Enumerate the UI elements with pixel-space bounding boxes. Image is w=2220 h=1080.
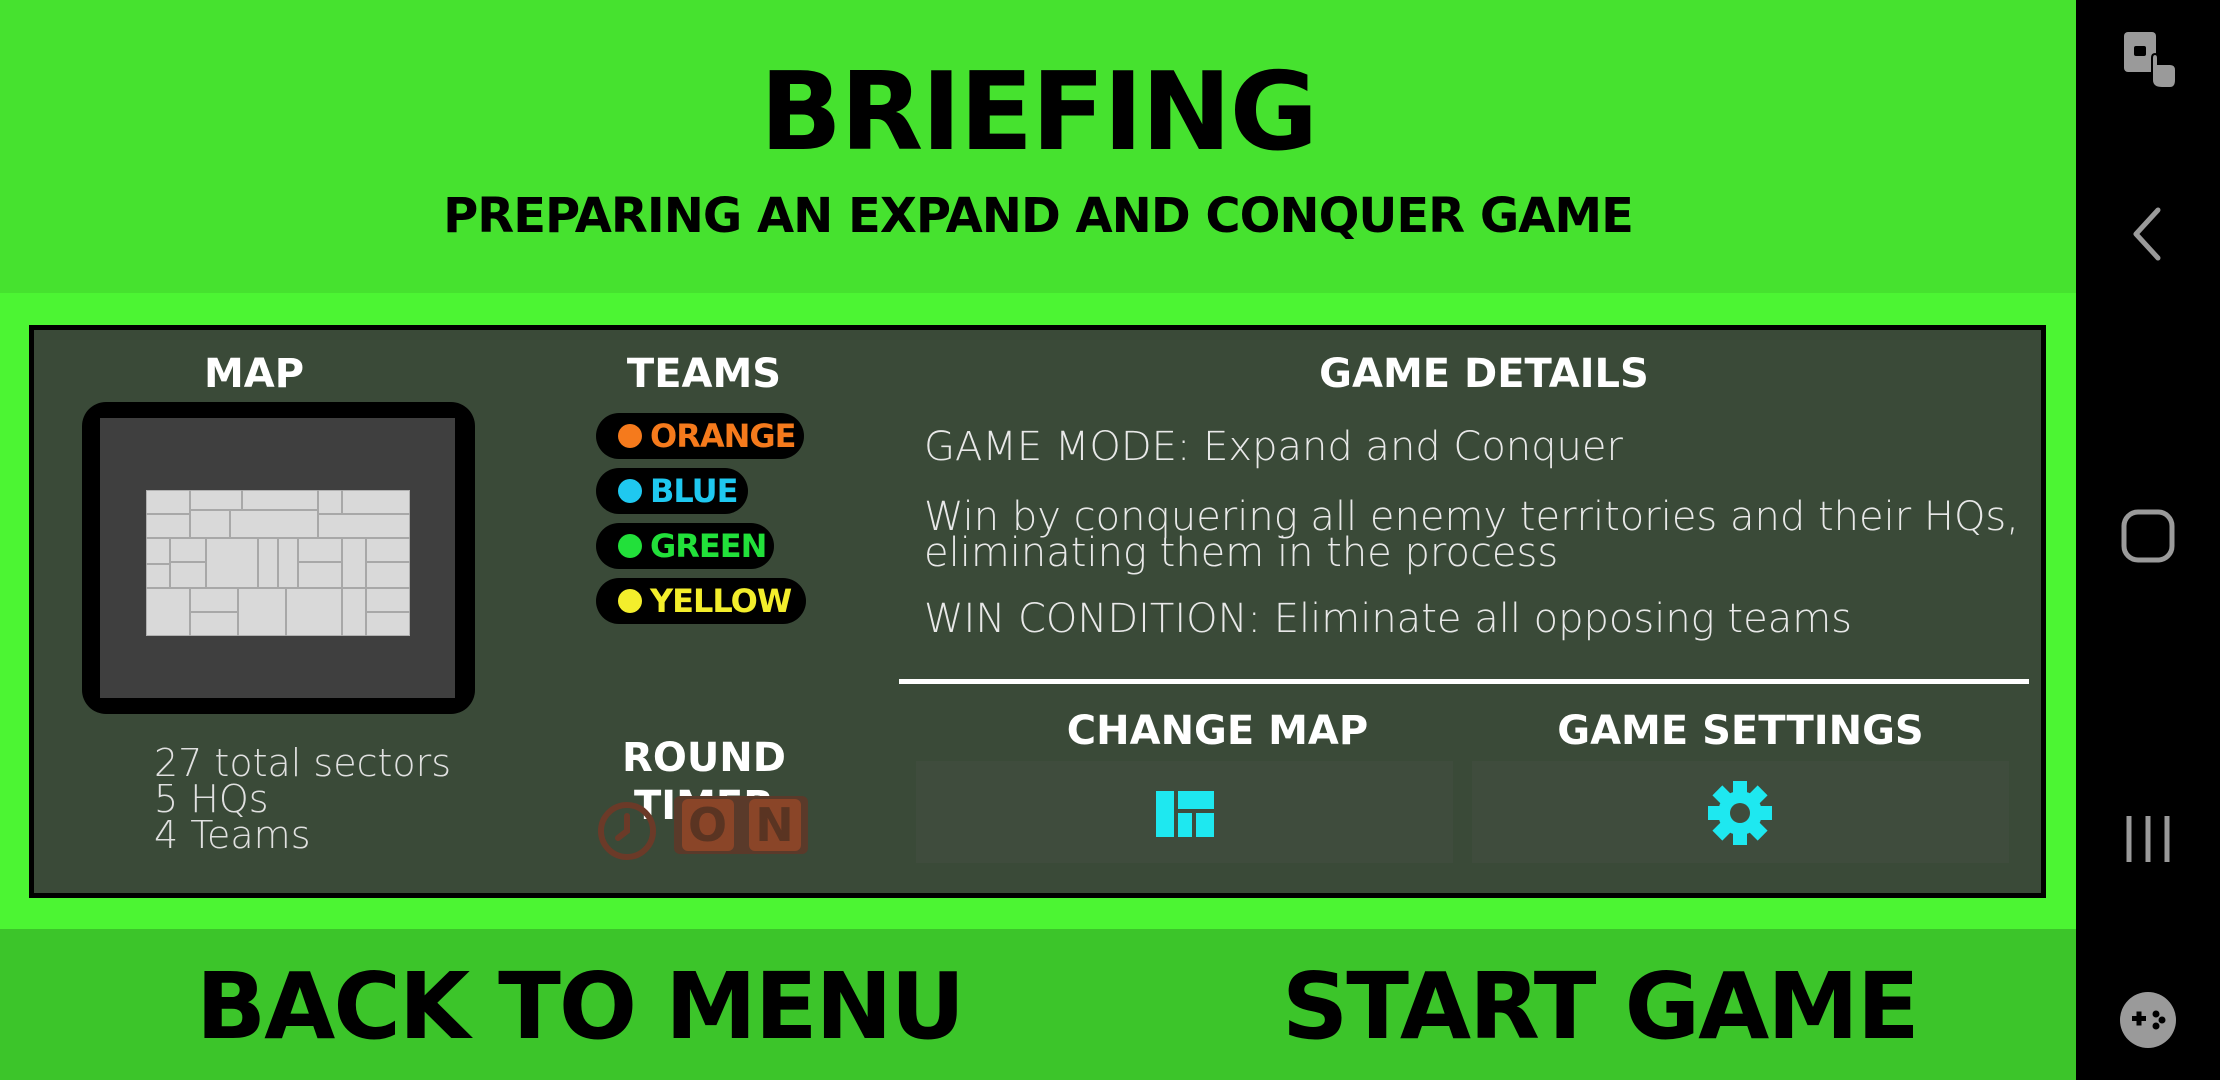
recents-icon[interactable] <box>2076 812 2220 866</box>
map-preview[interactable] <box>82 402 475 714</box>
map-canvas <box>100 418 455 698</box>
back-to-menu-button[interactable]: BACK TO MENU <box>196 952 965 1062</box>
team-dot <box>618 589 642 613</box>
round-timer-toggle[interactable]: O N <box>674 796 808 854</box>
team-dot <box>618 424 642 448</box>
game-details-title: GAME DETAILS <box>1319 351 1649 397</box>
change-map-button[interactable] <box>916 761 1453 863</box>
game-mode-text: GAME MODE: Expand and Conquer <box>924 424 1623 470</box>
team-label: YELLOW <box>650 582 792 620</box>
toggle-letter-o: O <box>681 799 734 851</box>
team-dot <box>618 479 642 503</box>
game-settings-label: GAME SETTINGS <box>1557 708 1924 754</box>
team-label: ORANGE <box>650 417 797 455</box>
game-description-line2: eliminating them in the process <box>924 530 1559 576</box>
team-blue[interactable]: BLUE <box>596 468 748 514</box>
screen-pin-icon[interactable] <box>2076 28 2220 92</box>
start-game-button[interactable]: START GAME <box>1282 952 1920 1062</box>
team-label: GREEN <box>650 527 767 565</box>
page-subtitle: PREPARING AN EXPAND AND CONQUER GAME <box>443 188 1634 244</box>
home-icon[interactable] <box>2076 508 2220 564</box>
team-label: BLUE <box>650 472 738 510</box>
team-orange[interactable]: ORANGE <box>596 413 804 459</box>
map-stat-sectors: 27 total sectors <box>154 741 452 785</box>
game-settings-button[interactable] <box>1472 761 2009 863</box>
briefing-panel: MAP 27 total sectors 5 HQs 4 Teams TEAMS… <box>29 325 2046 898</box>
win-condition-text: WIN CONDITION: Eliminate all opposing te… <box>924 596 1853 642</box>
system-navbar <box>2076 0 2220 1080</box>
map-stats: 27 total sectors 5 HQs 4 Teams <box>154 741 452 857</box>
gear-icon <box>1708 781 1772 845</box>
back-icon[interactable] <box>2076 206 2220 262</box>
teams-title: TEAMS <box>626 351 782 397</box>
change-map-label: CHANGE MAP <box>1066 708 1369 754</box>
clock-icon <box>598 802 656 860</box>
details-divider <box>899 679 2029 684</box>
team-dot <box>618 534 642 558</box>
map-stat-hqs: 5 HQs <box>154 777 269 821</box>
team-green[interactable]: GREEN <box>596 523 774 569</box>
map-sectors-graphic <box>146 490 410 636</box>
team-yellow[interactable]: YELLOW <box>596 578 806 624</box>
toggle-letter-n: N <box>748 799 801 851</box>
game-launcher-icon[interactable] <box>2076 990 2220 1050</box>
map-stat-teams: 4 Teams <box>154 813 311 857</box>
map-title: MAP <box>203 351 305 397</box>
map-layout-icon <box>1156 791 1214 837</box>
page-title: BRIEFING <box>759 50 1318 175</box>
